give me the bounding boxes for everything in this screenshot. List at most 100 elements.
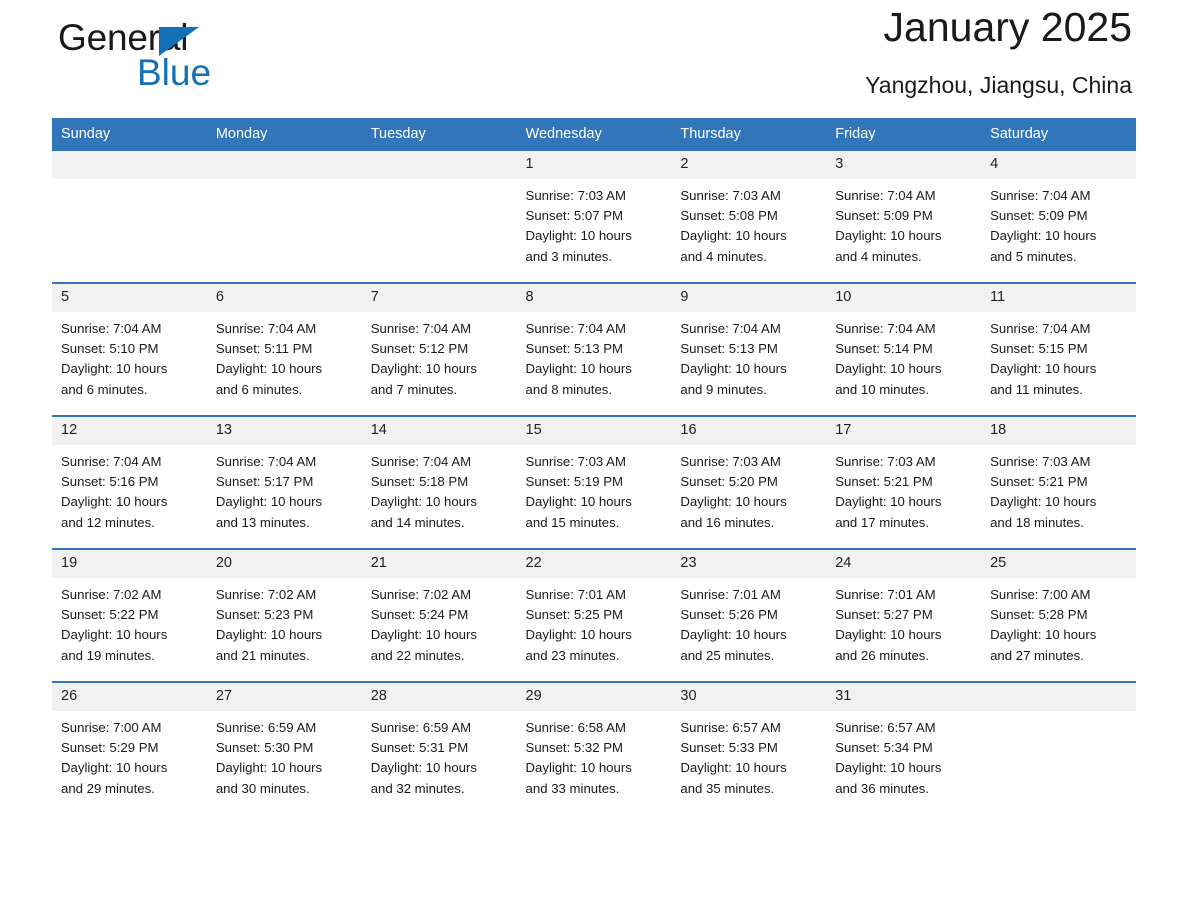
day-details: Sunrise: 7:04 AM Sunset: 5:13 PM Daylight:… [671,312,826,400]
calendar-day[interactable]: 22 Sunrise: 7:01 AM Sunset: 5:25 PM Dayligh… [516,550,672,668]
day-detail-line: Sunset: 5:16 PM [61,474,159,490]
calendar-cell: 29 Sunrise: 6:58 AM Sunset: 5:32 PM Dayligh… [516,681,672,801]
day-details: Sunrise: 6:58 AM Sunset: 5:32 PM Daylight:… [517,711,672,799]
day-detail-line: Sunset: 5:12 PM [370,341,469,357]
day-number: 26 [52,683,207,711]
calendar-day[interactable]: 31 Sunrise: 6:57 AM Sunset: 5:34 PM Dayligh… [826,683,982,801]
calendar-day[interactable]: 24 Sunrise: 7:01 AM Sunset: 5:27 PM Dayligh… [826,550,982,668]
day-detail-line: Sunset: 5:09 PM [835,208,933,224]
calendar-day[interactable]: 27 Sunrise: 6:59 AM Sunset: 5:30 PM Dayligh… [206,683,362,801]
day-detail-line: Sunset: 5:31 PM [370,740,469,756]
calendar-day[interactable]: 30 Sunrise: 6:57 AM Sunset: 5:33 PM Dayligh… [671,683,827,801]
calendar-day[interactable]: 1 Sunrise: 7:03 AM Sunset: 5:07 PM Daylight… [516,151,672,269]
calendar-day[interactable]: 9 Sunrise: 7:04 AM Sunset: 5:13 PM Daylight… [671,284,827,402]
calendar-day[interactable]: 5 Sunrise: 7:04 AM Sunset: 5:10 PM Daylight… [52,284,207,402]
page-title: January 2025 [883,4,1132,50]
calendar-cell: 11 Sunrise: 7:04 AM Sunset: 5:15 PM Dayligh… [981,282,1136,402]
day-number: 6 [206,284,362,312]
day-detail-line: Daylight: 10 hours [525,627,632,643]
day-detail-line: Daylight: 10 hours [525,494,632,510]
calendar-day[interactable]: 26 Sunrise: 7:00 AM Sunset: 5:29 PM Dayligh… [52,683,207,801]
calendar-day[interactable]: 18 Sunrise: 7:03 AM Sunset: 5:21 PM Dayligh… [981,417,1136,535]
calendar-week-row: 5 Sunrise: 7:04 AM Sunset: 5:10 PM Daylight… [52,282,1136,402]
day-detail-line: Sunset: 5:09 PM [990,208,1088,224]
day-detail-line: and 14 minutes. [370,514,465,530]
day-details: Sunrise: 7:02 AM Sunset: 5:22 PM Daylight:… [52,578,207,666]
day-number: 27 [206,683,362,711]
day-detail-line: and 6 minutes. [215,381,303,397]
day-detail-line: Sunset: 5:10 PM [61,341,159,357]
day-detail-line: and 16 minutes. [680,514,775,530]
day-number: 4 [981,151,1136,179]
calendar-week-row: 19 Sunrise: 7:02 AM Sunset: 5:22 PM Dayligh… [52,548,1136,668]
calendar-cell: 21 Sunrise: 7:02 AM Sunset: 5:24 PM Dayligh… [361,548,517,668]
day-detail-line: Sunset: 5:30 PM [215,740,314,756]
day-detail-line: Sunset: 5:32 PM [525,740,624,756]
logo-text-blue: Blue [137,52,212,93]
day-number: 3 [826,151,982,179]
day-detail-line: Daylight: 10 hours [61,361,168,377]
day-detail-line: Sunrise: 7:04 AM [61,454,162,469]
day-details: Sunrise: 7:04 AM Sunset: 5:17 PM Daylight:… [207,445,362,533]
calendar-day[interactable]: 25 Sunrise: 7:00 AM Sunset: 5:28 PM Dayligh… [981,550,1136,668]
calendar-day[interactable]: 19 Sunrise: 7:02 AM Sunset: 5:22 PM Dayligh… [52,550,207,668]
calendar-day[interactable]: 28 Sunrise: 6:59 AM Sunset: 5:31 PM Dayligh… [361,683,517,801]
day-detail-line: Sunset: 5:19 PM [525,474,624,490]
calendar-day[interactable]: 7 Sunrise: 7:04 AM Sunset: 5:12 PM Daylight… [361,284,517,402]
calendar-day[interactable]: 3 Sunrise: 7:04 AM Sunset: 5:09 PM Daylight… [826,151,982,269]
calendar-day[interactable]: 20 Sunrise: 7:02 AM Sunset: 5:23 PM Dayligh… [206,550,362,668]
calendar-day[interactable]: 21 Sunrise: 7:02 AM Sunset: 5:24 PM Dayligh… [361,550,517,668]
day-number [206,151,362,179]
day-detail-line: Sunrise: 7:02 AM [370,587,472,602]
calendar-day[interactable]: 13 Sunrise: 7:04 AM Sunset: 5:17 PM Dayligh… [206,417,362,535]
calendar-day[interactable]: 15 Sunrise: 7:03 AM Sunset: 5:19 PM Dayligh… [516,417,672,535]
day-detail-line: Daylight: 10 hours [215,361,323,377]
day-detail-line: Sunrise: 7:04 AM [215,454,317,469]
day-number: 14 [361,417,517,445]
day-details: Sunrise: 7:04 AM Sunset: 5:10 PM Daylight:… [52,312,207,400]
day-details: Sunrise: 7:02 AM Sunset: 5:23 PM Daylight:… [207,578,362,666]
day-detail-line: and 3 minutes. [525,248,613,264]
day-details: Sunrise: 6:59 AM Sunset: 5:30 PM Daylight:… [207,711,362,799]
week-spacer-row [52,535,1136,549]
weekday-header-monday: Monday [206,118,362,151]
day-number: 8 [516,284,672,312]
day-detail-line: Sunrise: 6:59 AM [215,720,317,735]
day-detail-line: Sunrise: 6:58 AM [525,720,626,735]
day-detail-line: Sunset: 5:27 PM [835,607,933,623]
calendar-day[interactable]: 17 Sunrise: 7:03 AM Sunset: 5:21 PM Dayligh… [826,417,982,535]
week-spacer-row [52,668,1136,682]
day-detail-line: and 7 minutes. [370,381,458,397]
day-number: 7 [361,284,517,312]
day-details: Sunrise: 7:04 AM Sunset: 5:12 PM Daylight:… [362,312,517,400]
day-detail-line: Sunset: 5:21 PM [990,474,1088,490]
calendar-week-row: 26 Sunrise: 7:00 AM Sunset: 5:29 PM Dayligh… [52,681,1136,801]
day-detail-line: and 13 minutes. [215,514,310,530]
day-detail-line: Daylight: 10 hours [835,627,942,643]
calendar-day[interactable]: 4 Sunrise: 7:04 AM Sunset: 5:09 PM Daylight… [981,151,1136,269]
calendar-cell: 25 Sunrise: 7:00 AM Sunset: 5:28 PM Dayligh… [981,548,1136,668]
day-detail-line: and 33 minutes. [525,780,620,796]
calendar-cell: 26 Sunrise: 7:00 AM Sunset: 5:29 PM Dayligh… [52,681,207,801]
day-number: 24 [826,550,982,578]
day-detail-line: and 5 minutes. [990,248,1077,264]
day-detail-line: Sunrise: 6:59 AM [370,720,472,735]
day-detail-line: and 19 minutes. [61,647,155,663]
calendar-day[interactable]: 16 Sunrise: 7:03 AM Sunset: 5:20 PM Dayligh… [671,417,827,535]
calendar-day[interactable]: 10 Sunrise: 7:04 AM Sunset: 5:14 PM Dayligh… [826,284,982,402]
day-details: Sunrise: 7:04 AM Sunset: 5:09 PM Daylight:… [826,179,981,267]
calendar-day[interactable]: 14 Sunrise: 7:04 AM Sunset: 5:18 PM Dayligh… [361,417,517,535]
calendar-day[interactable]: 6 Sunrise: 7:04 AM Sunset: 5:11 PM Daylight… [206,284,362,402]
day-detail-line: Sunset: 5:22 PM [61,607,159,623]
calendar-day[interactable]: 23 Sunrise: 7:01 AM Sunset: 5:26 PM Dayligh… [671,550,827,668]
calendar-day[interactable]: 29 Sunrise: 6:58 AM Sunset: 5:32 PM Dayligh… [516,683,672,801]
day-detail-line: Sunset: 5:08 PM [680,208,778,224]
day-detail-line: Daylight: 10 hours [61,494,168,510]
calendar-day[interactable]: 12 Sunrise: 7:04 AM Sunset: 5:16 PM Dayligh… [52,417,207,535]
day-number: 1 [516,151,672,179]
day-number: 20 [206,550,362,578]
calendar-day[interactable]: 2 Sunrise: 7:03 AM Sunset: 5:08 PM Daylight… [671,151,827,269]
calendar-day[interactable]: 11 Sunrise: 7:04 AM Sunset: 5:15 PM Dayligh… [981,284,1136,402]
calendar-day-empty [52,151,207,269]
calendar-day[interactable]: 8 Sunrise: 7:04 AM Sunset: 5:13 PM Daylight… [516,284,672,402]
